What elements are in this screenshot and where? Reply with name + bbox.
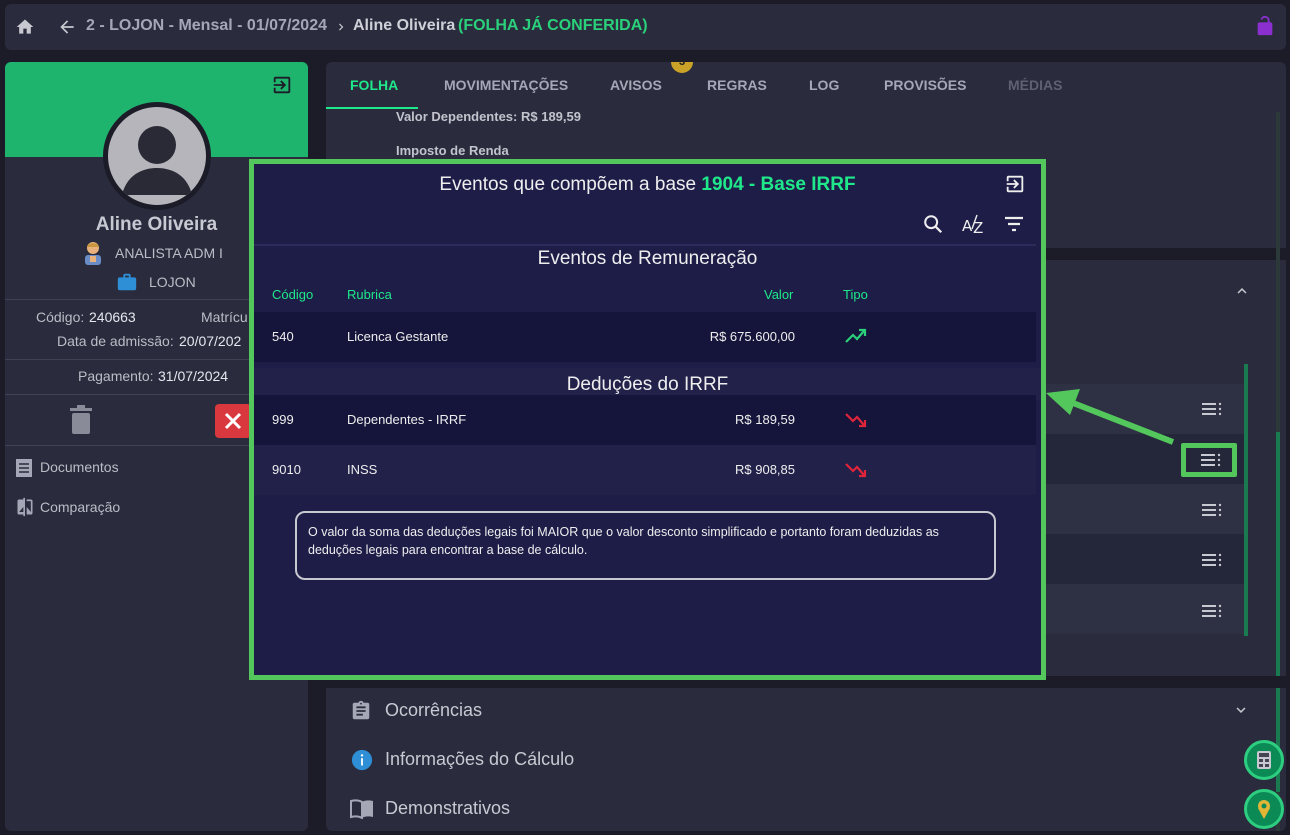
dependents-value: Valor Dependentes: R$ 189,59 xyxy=(396,109,581,124)
menu-item-label: Documentos xyxy=(40,459,119,475)
row-rubric: INSS xyxy=(347,462,378,477)
table-row[interactable]: 540 Licenca Gestante R$ 675.600,00 xyxy=(254,312,1036,362)
table-row[interactable]: 999 Dependentes - IRRF R$ 189,59 xyxy=(254,395,1036,445)
trend-down-icon xyxy=(845,411,867,429)
book-icon xyxy=(350,799,374,819)
avatar[interactable] xyxy=(103,102,211,210)
tab-medias[interactable]: MÉDIAS xyxy=(1008,77,1062,93)
section-label: Ocorrências xyxy=(385,700,483,720)
location-pin-icon xyxy=(1258,800,1270,819)
top-bar: 2 - LOJON - Mensal - 01/07/2024 Aline Ol… xyxy=(5,4,1286,50)
filter-icon[interactable] xyxy=(1003,214,1025,234)
clipboard-icon xyxy=(350,699,372,723)
admission-label: Data de admissão: xyxy=(57,333,174,349)
row-code: 9010 xyxy=(272,462,301,477)
trend-up-icon xyxy=(845,327,867,345)
section-label: Informações do Cálculo xyxy=(385,749,575,769)
menu-lines-icon[interactable] xyxy=(1202,604,1222,620)
sort-az-icon[interactable]: AZ xyxy=(961,211,987,237)
menu-lines-icon[interactable] xyxy=(1202,402,1222,418)
events-modal: Eventos que compõem a base 1904 - Base I… xyxy=(249,159,1046,680)
chevron-up-icon[interactable] xyxy=(1231,282,1253,300)
back-arrow-icon[interactable] xyxy=(57,17,77,37)
row-value: R$ 675.600,00 xyxy=(709,329,795,344)
row-code: 540 xyxy=(272,329,294,344)
compare-icon xyxy=(15,497,35,517)
section-demonstrativos[interactable]: Demonstrativos xyxy=(350,796,1250,822)
menu-lines-icon[interactable] xyxy=(1202,503,1222,519)
briefcase-icon xyxy=(116,271,138,293)
search-icon[interactable] xyxy=(922,213,944,235)
menu-item-comparacao[interactable]: Comparação xyxy=(15,497,215,519)
tab-log[interactable]: LOG xyxy=(809,77,839,93)
worker-icon xyxy=(81,240,105,266)
document-icon xyxy=(15,458,33,478)
breadcrumb-company[interactable]: 2 - LOJON - Mensal - 01/07/2024 xyxy=(86,17,327,35)
payment-value: 31/07/2024 xyxy=(158,368,229,384)
scrollbar-thumb[interactable] xyxy=(1276,432,1280,792)
breadcrumb-employee: Aline Oliveira xyxy=(353,17,456,34)
row-rubric: Licenca Gestante xyxy=(347,329,449,344)
menu-item-label: Comparação xyxy=(40,499,121,515)
close-button[interactable] xyxy=(215,404,251,438)
row-code: 999 xyxy=(272,412,294,427)
tab-movimentacoes[interactable]: MOVIMENTAÇÕES xyxy=(444,77,568,93)
section-informacoes-calculo[interactable]: Informações do Cálculo xyxy=(350,747,1250,773)
scrollbar[interactable] xyxy=(1244,364,1248,636)
modal-title: Eventos que compõem a base 1904 - Base I… xyxy=(439,174,856,195)
fab-location[interactable] xyxy=(1244,789,1284,829)
code-label: Código: xyxy=(36,309,85,325)
tab-avisos[interactable]: AVISOS xyxy=(610,77,662,93)
employee-company: LOJON xyxy=(149,274,196,290)
registration-label: Matrícu xyxy=(201,309,248,325)
remuneration-title: Eventos de Remuneração xyxy=(537,248,758,269)
table-row[interactable]: 9010 INSS R$ 908,85 xyxy=(254,445,1036,495)
annotation-arrow xyxy=(1046,389,1175,445)
row-value: R$ 189,59 xyxy=(735,412,795,427)
income-tax-label: Imposto de Renda xyxy=(396,143,509,158)
status-badge: (FOLHA JÁ CONFERIDA) xyxy=(458,17,648,34)
tab-provisoes[interactable]: PROVISÕES xyxy=(884,77,966,93)
section-label: Demonstrativos xyxy=(385,798,511,818)
admission-value: 20/07/202 xyxy=(179,333,242,349)
calculator-icon xyxy=(1257,751,1271,769)
tab-folha[interactable]: FOLHA xyxy=(350,77,398,93)
menu-lines-icon[interactable] xyxy=(1201,453,1221,469)
section-ocorrencias[interactable]: Ocorrências xyxy=(350,698,1250,724)
lock-icon[interactable] xyxy=(1254,15,1276,37)
trash-icon[interactable] xyxy=(69,405,93,435)
employee-role: ANALISTA ADM I xyxy=(115,245,223,261)
notification-badge: 3 xyxy=(671,62,693,73)
tab-regras[interactable]: REGRAS xyxy=(707,77,767,93)
code-value: 240663 xyxy=(89,309,136,325)
row-rubric: Dependentes - IRRF xyxy=(347,412,467,427)
menu-lines-icon[interactable] xyxy=(1202,553,1222,569)
info-icon xyxy=(351,749,373,771)
chevron-right-icon xyxy=(334,19,348,35)
home-icon[interactable] xyxy=(15,17,35,37)
svg-text:A: A xyxy=(962,217,973,235)
fab-calculator[interactable] xyxy=(1244,740,1284,780)
trend-down-icon xyxy=(845,461,867,479)
calculation-note: O valor da soma das deduções legais foi … xyxy=(295,511,996,580)
exit-icon[interactable] xyxy=(1004,173,1026,195)
row-value: R$ 908,85 xyxy=(735,462,795,477)
menu-item-documentos[interactable]: Documentos xyxy=(15,458,215,480)
col-value[interactable]: Valor xyxy=(764,287,793,302)
exit-icon[interactable] xyxy=(271,74,293,96)
col-code[interactable]: Código xyxy=(272,287,313,302)
divider xyxy=(254,244,1036,246)
col-rubric[interactable]: Rubrica xyxy=(347,287,392,302)
close-icon xyxy=(224,412,242,430)
chevron-down-icon[interactable] xyxy=(1230,701,1252,719)
col-type[interactable]: Tipo xyxy=(843,287,868,302)
payment-label: Pagamento: xyxy=(78,368,154,384)
